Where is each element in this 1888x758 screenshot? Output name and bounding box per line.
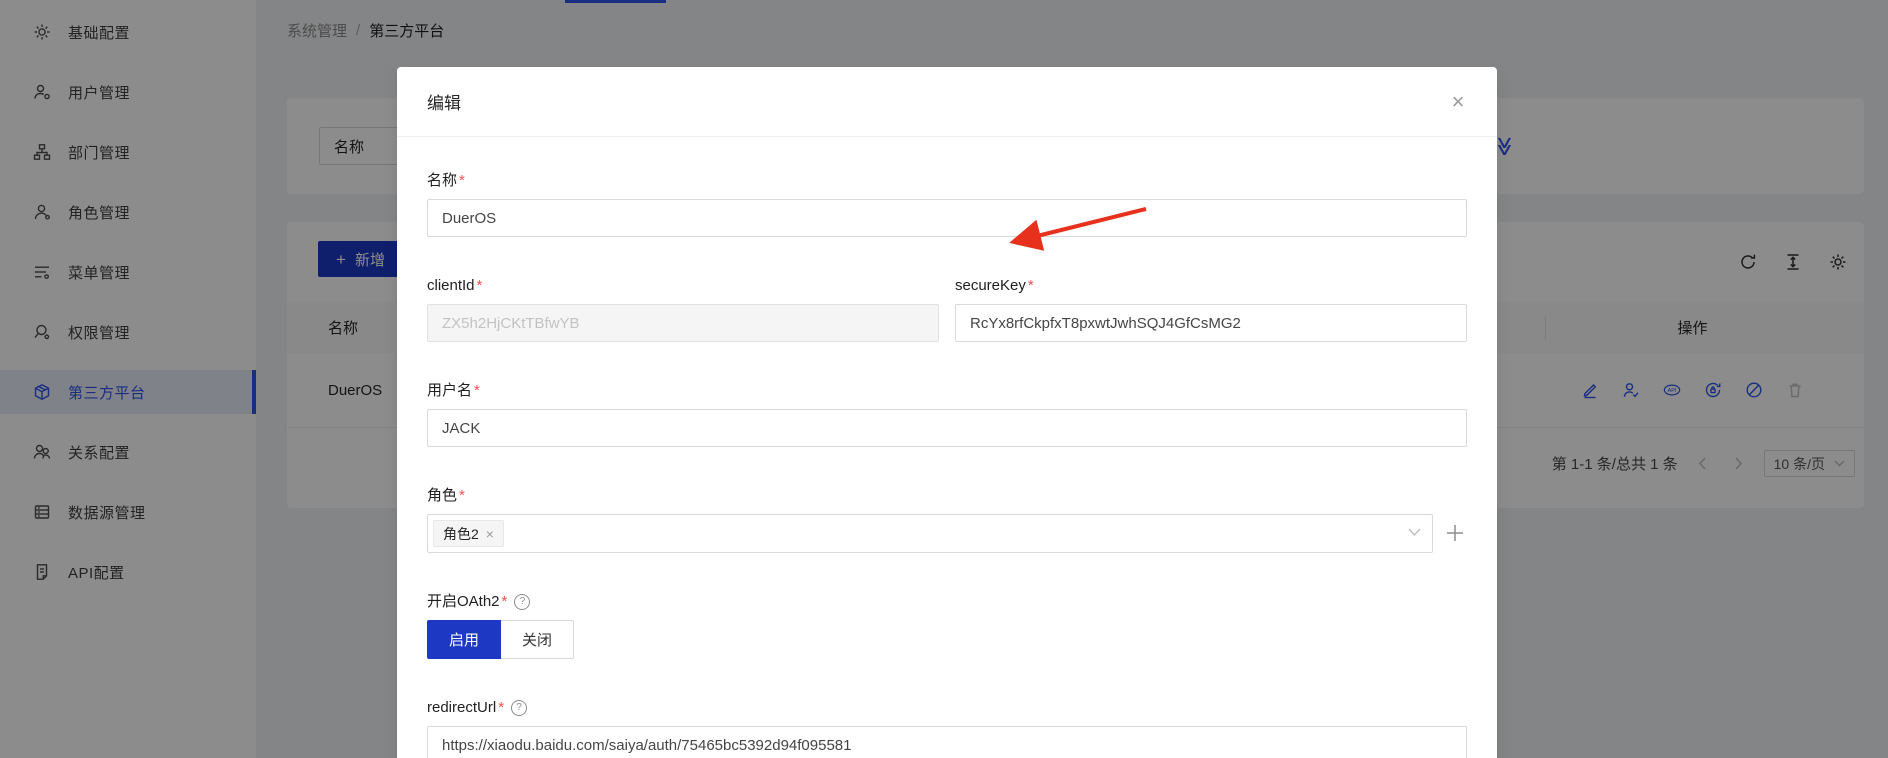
- field-username-label: 用户名: [427, 380, 472, 402]
- field-client-id-label: clientId: [427, 275, 475, 297]
- required-mark: *: [459, 485, 465, 507]
- oauth-enable-button[interactable]: 启用: [427, 620, 501, 659]
- name-input[interactable]: [427, 199, 1467, 237]
- field-oauth-label: 开启OAth2: [427, 591, 500, 613]
- modal-body: 名称* clientId* secureKey*: [397, 137, 1497, 758]
- add-role-button[interactable]: [1443, 522, 1467, 546]
- field-client-id: clientId*: [427, 275, 939, 342]
- oauth-toggle-group: 启用 关闭: [427, 620, 574, 659]
- required-mark: *: [459, 170, 465, 192]
- username-input[interactable]: [427, 409, 1467, 447]
- field-name-label: 名称: [427, 170, 457, 192]
- edit-modal: 编辑 × 名称* clientId*: [397, 67, 1497, 758]
- close-icon[interactable]: ×: [1441, 85, 1475, 119]
- field-username: 用户名*: [427, 380, 1467, 447]
- field-redirect-url-label: redirectUrl: [427, 697, 496, 719]
- question-circle-icon[interactable]: ?: [511, 700, 527, 716]
- field-oauth: 开启OAth2* ? 启用 关闭: [427, 591, 1467, 659]
- secure-key-input[interactable]: [955, 304, 1467, 342]
- field-secure-key: secureKey*: [955, 275, 1467, 342]
- tag-close-icon[interactable]: ×: [486, 527, 494, 541]
- oauth-disable-button[interactable]: 关闭: [501, 620, 574, 659]
- client-id-input: [427, 304, 939, 342]
- field-redirect-url: redirectUrl* ?: [427, 697, 1467, 758]
- modal-header: 编辑 ×: [397, 67, 1497, 137]
- required-mark: *: [498, 697, 504, 719]
- field-role: 角色* 角色2 ×: [427, 485, 1467, 553]
- required-mark: *: [502, 591, 508, 613]
- plus-icon: [1444, 522, 1466, 544]
- field-role-label: 角色: [427, 485, 457, 507]
- redirect-url-input[interactable]: [427, 726, 1467, 758]
- chevron-down-icon: [1408, 528, 1421, 537]
- required-mark: *: [1028, 275, 1034, 297]
- field-name: 名称*: [427, 170, 1467, 237]
- question-circle-icon[interactable]: ?: [514, 594, 530, 610]
- field-client-secure: clientId* secureKey*: [427, 275, 1467, 342]
- app-window: 基础配置 用户管理 部门管理 角色管理 菜单管理 权限管理 第三方平台: [0, 0, 1888, 758]
- required-mark: *: [477, 275, 483, 297]
- required-mark: *: [474, 380, 480, 402]
- field-secure-key-label: secureKey: [955, 275, 1026, 297]
- role-tag: 角色2 ×: [433, 520, 504, 547]
- modal-title: 编辑: [427, 89, 461, 114]
- role-select[interactable]: 角色2 ×: [427, 514, 1433, 553]
